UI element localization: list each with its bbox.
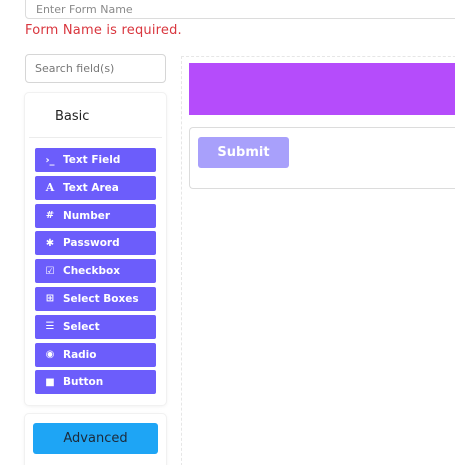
component-label: Checkbox [63, 265, 121, 278]
component-select-boxes[interactable]: ⊞ Select Boxes [35, 286, 156, 311]
terminal-icon: ›_ [45, 154, 55, 166]
form-name-input[interactable] [25, 0, 455, 19]
component-radio[interactable]: ◉ Radio [35, 342, 156, 367]
submit-button[interactable]: Submit [198, 137, 289, 168]
component-text-field[interactable]: ›_ Text Field [35, 148, 156, 172]
basic-component-list: ›_ Text Field A Text Area # Number ✱ Pas… [35, 148, 156, 398]
components-sidebar: Basic ›_ Text Field A Text Area # Number… [25, 93, 166, 405]
component-number[interactable]: # Number [35, 203, 156, 228]
hashtag-icon: # [45, 210, 55, 222]
component-label: Button [63, 376, 104, 389]
plus-square-icon: ⊞ [45, 293, 55, 305]
dot-circle-icon: ◉ [45, 349, 55, 361]
component-text-area[interactable]: A Text Area [35, 175, 156, 200]
stop-icon: ■ [45, 376, 55, 388]
basic-group-header[interactable]: Basic [29, 93, 162, 138]
component-password[interactable]: ✱ Password [35, 231, 156, 256]
component-button[interactable]: ■ Button [35, 370, 156, 395]
check-square-icon: ☑ [45, 265, 55, 277]
component-label: Password [63, 237, 120, 250]
component-label: Select Boxes [63, 292, 139, 305]
form-name-error: Form Name is required. [25, 23, 182, 38]
component-label: Text Area [63, 181, 119, 194]
component-checkbox[interactable]: ☑ Checkbox [35, 259, 156, 284]
form-builder-dropzone[interactable] [181, 56, 455, 465]
advanced-group-panel: Advanced [25, 414, 166, 465]
component-label: Text Field [63, 154, 121, 166]
component-label: Radio [63, 348, 97, 361]
font-icon: A [45, 181, 55, 195]
component-label: Number [63, 209, 111, 222]
component-select[interactable]: ☰ Select [35, 314, 156, 339]
search-fields-input[interactable] [25, 54, 166, 83]
asterisk-icon: ✱ [45, 237, 55, 249]
basic-group-title: Basic [55, 109, 90, 124]
component-label: Select [63, 320, 100, 333]
form-canvas: Submit [189, 127, 455, 189]
form-header-bar [189, 63, 455, 115]
form-builder-page: Form Name is required. Basic ›_ Text Fie… [0, 0, 455, 465]
advanced-group-button[interactable]: Advanced [33, 423, 158, 454]
list-icon: ☰ [45, 321, 55, 333]
